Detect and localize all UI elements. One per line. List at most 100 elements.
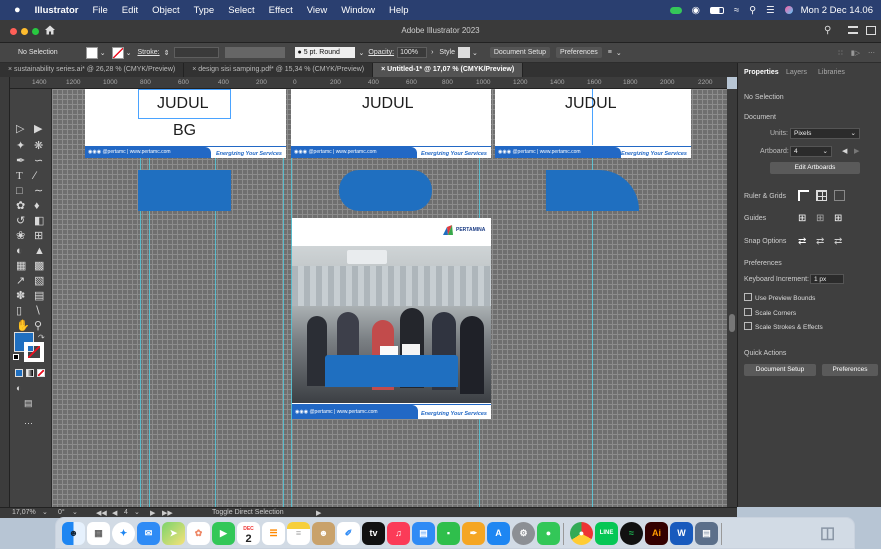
tab-layers[interactable]: Layers <box>786 69 807 76</box>
none-mode-icon[interactable] <box>37 369 45 377</box>
launchpad-icon[interactable]: ▦ <box>87 522 110 545</box>
document-setup-button[interactable]: Document Setup <box>489 47 551 58</box>
tab-properties[interactable]: Properties <box>744 69 779 76</box>
stroke-label[interactable]: Stroke: <box>137 49 159 56</box>
brush-dropdown-icon[interactable]: ⌄ <box>359 49 365 57</box>
grid-icon[interactable] <box>816 190 827 201</box>
tab-libraries[interactable]: Libraries <box>818 69 845 76</box>
system-settings-icon[interactable]: ⚙ <box>512 522 535 545</box>
stroke-dropdown-icon[interactable]: ⌄ <box>126 49 132 57</box>
rotation-value[interactable]: 0° <box>58 509 65 516</box>
snap-to-point-icon[interactable]: ⇄ <box>798 236 806 247</box>
fill-swatch[interactable] <box>85 46 98 59</box>
artboard-prev-icon[interactable]: ◀ <box>112 509 117 517</box>
word-icon[interactable]: W <box>670 522 693 545</box>
direct-selection-tool-icon[interactable]: ▶ <box>34 124 42 135</box>
menu-file[interactable]: File <box>92 5 107 16</box>
stroke-none-swatch[interactable] <box>111 46 124 59</box>
warp-tool-icon[interactable]: ❀ <box>16 231 25 242</box>
style-dropdown-icon[interactable]: ⌄ <box>472 49 478 57</box>
vertical-scrollbar[interactable] <box>727 89 737 507</box>
previous-artboard-icon[interactable]: ◀ <box>842 147 847 155</box>
type-tool-icon[interactable]: T <box>16 171 23 182</box>
style-label[interactable]: Style <box>439 49 455 56</box>
maps-icon[interactable]: ➤ <box>162 522 185 545</box>
zoom-dropdown-icon[interactable]: ⌄ <box>42 508 48 516</box>
menu-edit[interactable]: Edit <box>122 5 138 16</box>
menu-window[interactable]: Window <box>341 5 375 16</box>
artboard-canvas[interactable]: JUDUL BG ◉◉◉ @pertamc | www.pertamc.com … <box>52 89 727 507</box>
blue-rounded-corner-shape[interactable] <box>546 170 639 211</box>
style-swatch[interactable] <box>457 47 470 58</box>
play-circle-icon[interactable]: ◉ <box>692 5 700 16</box>
edit-artboards-button[interactable]: Edit Artboards <box>770 162 860 174</box>
photos-icon[interactable]: ✿ <box>187 522 210 545</box>
swap-fill-stroke-icon[interactable]: ↷ <box>38 333 45 342</box>
rotate-tool-icon[interactable]: ↺ <box>16 216 25 227</box>
menu-type[interactable]: Type <box>194 5 215 16</box>
line-icon[interactable]: LINE <box>595 522 618 545</box>
menu-view[interactable]: View <box>307 5 327 16</box>
units-dropdown[interactable]: Pixels ⌄ <box>790 128 860 139</box>
mesh-tool-icon[interactable]: ▩ <box>34 261 44 272</box>
horizontal-ruler[interactable]: 1400 1200 1000 800 600 400 200 0 200 400… <box>10 77 727 89</box>
align-options-icon[interactable]: ▮▷ <box>851 49 860 57</box>
paintbrush-tool-icon[interactable]: ∼ <box>34 186 43 197</box>
battery-icon[interactable] <box>709 6 724 14</box>
menu-effect[interactable]: Effect <box>269 5 293 16</box>
tab-untitled-1[interactable]: × Untitled-1* @ 17,07 % (CMYK/Preview) <box>373 63 524 77</box>
artboard-nav-dropdown-icon[interactable]: ⌄ <box>134 508 140 516</box>
snap-to-pixel-icon[interactable]: ⇄ <box>834 236 842 247</box>
snap-to-grid-icon[interactable]: ⇄ <box>816 236 824 247</box>
artboard-number[interactable]: 4 <box>124 509 128 516</box>
spotify-icon[interactable]: ≈ <box>620 522 643 545</box>
menu-select[interactable]: Select <box>228 5 254 16</box>
hand-tool-icon[interactable]: ✋ <box>16 321 30 332</box>
preferences-panel-button[interactable]: Preferences <box>822 364 878 376</box>
judul-heading[interactable]: JUDUL <box>362 95 414 113</box>
lasso-tool-icon[interactable]: ❋ <box>34 141 43 152</box>
numbers-icon[interactable]: ▪ <box>437 522 460 545</box>
arrange-documents-icon[interactable] <box>848 26 858 34</box>
next-artboard-icon[interactable]: ▶ <box>854 147 859 155</box>
reminders-icon[interactable]: ☰ <box>262 522 285 545</box>
slice-tool-icon[interactable]: ∖ <box>34 306 41 317</box>
blend-tool-icon[interactable]: ▧ <box>34 276 44 287</box>
zoom-tool-icon[interactable]: ⚲ <box>34 321 42 332</box>
contacts-icon[interactable]: ☻ <box>312 522 335 545</box>
more-options-icon[interactable]: ⋯ <box>868 49 875 57</box>
free-transform-tool-icon[interactable]: ⊞ <box>34 231 43 242</box>
tab-design-sisi-samping[interactable]: × design sisi samping.pdf* @ 15,34 % (CM… <box>184 63 374 77</box>
finder-icon[interactable]: ☻ <box>62 522 85 545</box>
default-fill-stroke-icon[interactable] <box>13 354 19 360</box>
stroke-weight-stepper[interactable]: ⇕ <box>164 49 170 57</box>
pages-icon[interactable]: ✒ <box>462 522 485 545</box>
tab-sustainability-series[interactable]: × sustainability series.ai* @ 26,28 % (C… <box>0 63 185 77</box>
arrange-icon[interactable]: ≡ <box>608 49 612 56</box>
illustrator-icon[interactable]: Ai <box>645 522 668 545</box>
live-paint-tool-icon[interactable]: ▲ <box>34 246 45 257</box>
gradient-mode-icon[interactable] <box>26 369 34 377</box>
freeform-icon[interactable]: ✐ <box>337 522 360 545</box>
eyedropper-tool-icon[interactable]: ↗ <box>16 276 25 287</box>
finder-window-icon[interactable]: ▤ <box>695 522 718 545</box>
keyboard-increment-field[interactable]: 1 px <box>810 274 844 284</box>
siri-icon[interactable] <box>784 6 793 14</box>
artboard-next-icon[interactable]: ▶ <box>150 509 155 517</box>
artboard-first-icon[interactable]: ◀◀ <box>96 509 107 517</box>
draw-mode-icon[interactable]: ◐ <box>16 383 21 394</box>
use-preview-bounds-checkbox[interactable]: Use Preview Bounds <box>744 293 815 302</box>
workspace-switcher-icon[interactable] <box>866 26 876 35</box>
artboard-tool-icon[interactable]: ▯ <box>16 306 22 317</box>
artboard-photo[interactable]: PERTAMINA ◉◉◉ @pertamc | www.pertamc.com… <box>292 218 491 419</box>
column-graph-tool-icon[interactable]: ▤ <box>34 291 44 302</box>
apple-icon[interactable]: ● <box>14 4 21 16</box>
artboard-judul-2[interactable]: JUDUL ◉◉◉ @pertamc | www.pertamc.com Ene… <box>291 89 491 158</box>
opacity-arrow-icon[interactable]: › <box>431 49 433 56</box>
vertical-ruler[interactable] <box>0 77 10 507</box>
preferences-button[interactable]: Preferences <box>556 47 602 58</box>
facetime-icon[interactable]: ▶ <box>212 522 235 545</box>
perspective-grid-tool-icon[interactable]: ▦ <box>16 261 26 272</box>
arrange-dropdown-icon[interactable]: ⌄ <box>616 49 622 57</box>
align-icon[interactable]: ∷ <box>838 49 842 57</box>
